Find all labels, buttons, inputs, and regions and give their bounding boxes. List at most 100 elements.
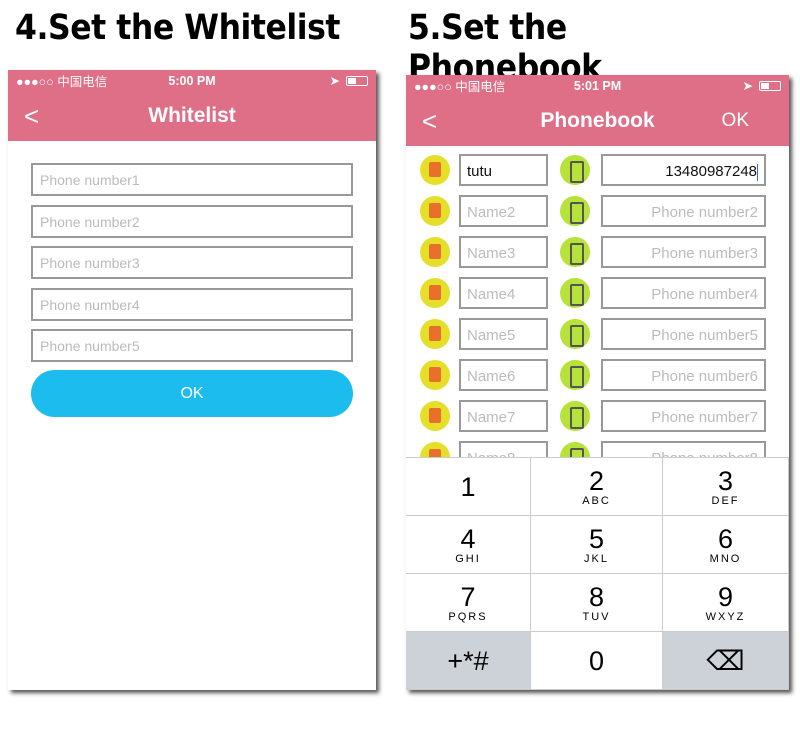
key-letters: JKL <box>584 552 609 565</box>
phone-number-input-2[interactable]: Phone number2 <box>31 204 353 238</box>
number-input[interactable]: Phone number7 <box>601 400 766 432</box>
phonebook-screen: ●●●○○ 中国电信 5:01 PM ➤ < Phonebook OK tutu… <box>406 75 789 690</box>
key-letters: GHI <box>455 552 481 565</box>
key-letters: ABC <box>582 494 611 507</box>
phone-number-input-3[interactable]: Phone number3 <box>31 246 353 279</box>
key-3[interactable]: 3 DEF <box>663 458 789 516</box>
contact-book-icon[interactable] <box>420 196 450 226</box>
number-input[interactable]: Phone number2 <box>601 195 766 227</box>
clock: 5:01 PM <box>573 78 622 93</box>
mobile-phone-icon <box>560 196 590 226</box>
contact-book-icon[interactable] <box>420 360 450 390</box>
key-6[interactable]: 6 MNO <box>663 516 789 574</box>
name-input[interactable]: tutu <box>459 154 548 186</box>
key-digit: 7 <box>460 581 476 612</box>
key-digit: 5 <box>588 523 605 554</box>
key-letters: MNO <box>709 552 742 565</box>
number-text: Phone number7 <box>651 409 758 426</box>
key-digit: ⌫ <box>706 645 745 676</box>
phonebook-row: Name3 Phone number3 <box>406 236 789 268</box>
backspace-key[interactable]: ⌫ <box>663 632 789 690</box>
key-0[interactable]: 0 <box>531 632 663 690</box>
contact-book-icon[interactable] <box>420 155 450 185</box>
key-digit: 4 <box>460 523 476 554</box>
status-bar: ●●●○○ 中国电信 5:00 PM ➤ <box>8 70 376 91</box>
name-text: Name4 <box>467 286 516 303</box>
heading-whitelist: 4.Set the Whitelist <box>15 8 341 48</box>
contact-book-icon[interactable] <box>420 401 450 431</box>
key-7[interactable]: 7 PQRS <box>406 574 531 632</box>
number-text: Phone number4 <box>651 286 758 303</box>
mobile-phone-icon <box>560 319 590 349</box>
name-text: Name2 <box>467 204 516 221</box>
clock: 5:00 PM <box>168 73 216 88</box>
mobile-phone-icon <box>560 360 590 390</box>
phonebook-row: Name2 Phone number2 <box>406 195 789 227</box>
name-input[interactable]: Name5 <box>459 318 548 350</box>
key-1[interactable]: 1 <box>406 458 531 516</box>
key-2[interactable]: 2 ABC <box>531 458 663 516</box>
ok-button[interactable]: OK <box>31 370 353 417</box>
battery-icon <box>759 80 781 91</box>
symbols-key[interactable]: +*# <box>406 632 531 690</box>
key-digit: 6 <box>717 523 734 554</box>
name-input[interactable]: Name6 <box>459 359 548 391</box>
name-input[interactable]: Name7 <box>459 400 548 432</box>
whitelist-screen: ●●●○○ 中国电信 5:00 PM ➤ < Whitelist Phone n… <box>8 70 376 690</box>
status-bar: ●●●○○ 中国电信 5:01 PM ➤ <box>406 75 789 96</box>
number-input[interactable]: Phone number4 <box>601 277 766 309</box>
number-text: Phone number2 <box>651 204 758 221</box>
key-5[interactable]: 5 JKL <box>531 516 663 574</box>
name-input[interactable]: Name3 <box>459 236 548 268</box>
key-digit: 3 <box>717 465 734 496</box>
key-letters: DEF <box>711 494 740 507</box>
nav-bar: < Whitelist <box>8 91 376 141</box>
key-digit: 0 <box>588 645 605 676</box>
key-digit: 9 <box>717 581 734 612</box>
phonebook-row: tutu 13480987248 <box>406 154 789 186</box>
number-text: Phone number6 <box>651 368 758 385</box>
battery-icon <box>346 75 368 86</box>
key-letters: PQRS <box>448 610 488 623</box>
mobile-phone-icon <box>560 237 590 267</box>
phonebook-row: Name7 Phone number7 <box>406 400 789 432</box>
ok-button[interactable]: OK <box>722 110 749 132</box>
name-text: Name6 <box>467 368 516 385</box>
phone-number-input-4[interactable]: Phone number4 <box>31 287 353 321</box>
key-digit: 8 <box>588 581 605 612</box>
key-letters: WXYZ <box>705 610 746 623</box>
phonebook-row: Name6 Phone number6 <box>406 359 789 391</box>
name-input[interactable]: Name4 <box>459 277 548 309</box>
name-input[interactable]: Name2 <box>459 195 548 227</box>
nav-bar: < Phonebook OK <box>406 96 789 146</box>
key-letters: TUV <box>582 610 611 623</box>
key-digit: +*# <box>447 645 489 676</box>
key-4[interactable]: 4 GHI <box>406 516 531 574</box>
contact-book-icon[interactable] <box>420 237 450 267</box>
contact-book-icon[interactable] <box>420 278 450 308</box>
name-text: tutu <box>467 163 493 180</box>
number-input[interactable]: Phone number3 <box>601 236 766 268</box>
mobile-phone-icon <box>560 155 590 185</box>
name-text: Name7 <box>467 409 516 426</box>
number-input[interactable]: 13480987248 <box>601 154 766 186</box>
key-digit: 1 <box>460 471 476 502</box>
phone-number-input-1[interactable]: Phone number1 <box>31 163 353 196</box>
key-9[interactable]: 9 WXYZ <box>663 574 789 632</box>
mobile-phone-icon <box>560 401 590 431</box>
number-input[interactable]: Phone number6 <box>601 359 766 391</box>
phone-number-input-5[interactable]: Phone number5 <box>31 329 353 362</box>
page-title: Whitelist <box>148 104 236 127</box>
name-text: Name3 <box>467 245 516 262</box>
key-8[interactable]: 8 TUV <box>531 574 663 632</box>
number-text: Phone number3 <box>651 245 758 262</box>
phonebook-row: Name4 Phone number4 <box>406 277 789 309</box>
key-digit: 2 <box>588 465 605 496</box>
numeric-keypad: 1 2 ABC 3 DEF 4 GHI 5 JKL 6 MNO 7 PQRS 8 TUV 9 WXYZ +*# 0 ⌫ <box>406 457 789 690</box>
mobile-phone-icon <box>560 278 590 308</box>
number-text: 13480987248 <box>665 163 757 180</box>
text-cursor <box>757 163 758 181</box>
number-input[interactable]: Phone number5 <box>601 318 766 350</box>
contact-book-icon[interactable] <box>420 319 450 349</box>
phonebook-row: Name5 Phone number5 <box>406 318 789 350</box>
